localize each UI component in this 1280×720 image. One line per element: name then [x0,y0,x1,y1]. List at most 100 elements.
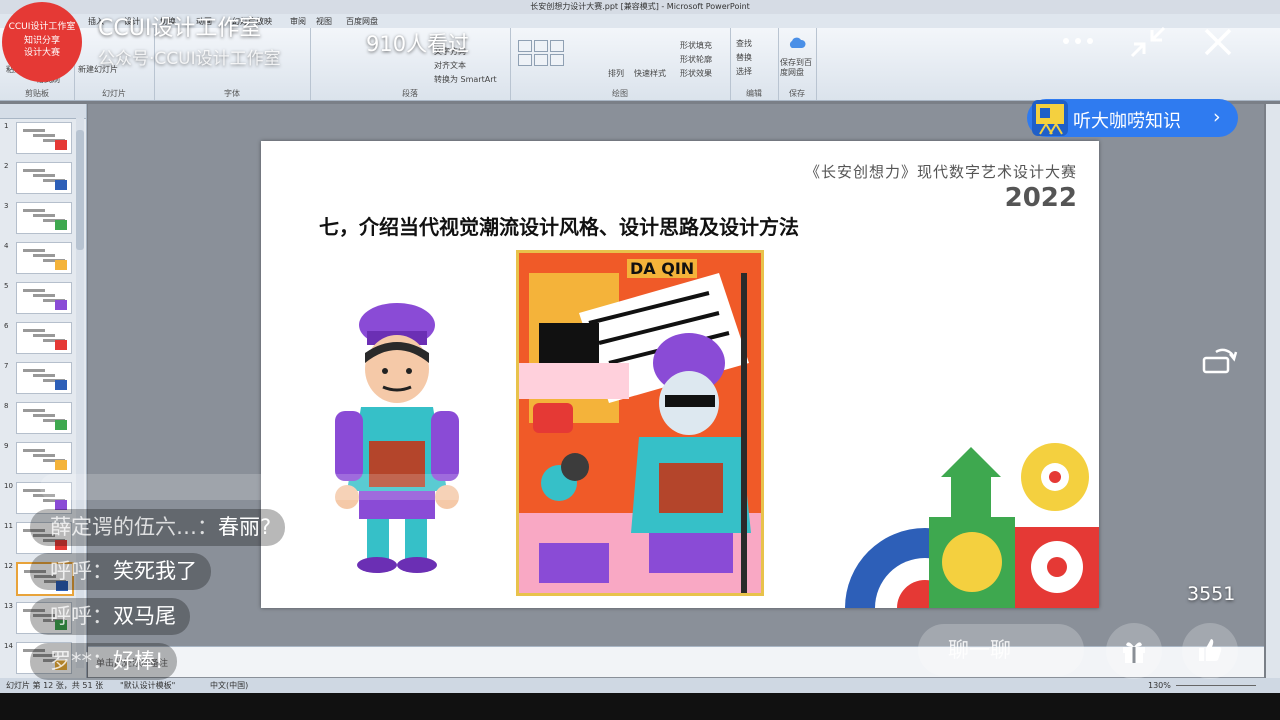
select-button[interactable]: 选择 [736,66,752,77]
chat-user: 罗**： [50,649,113,673]
chat-user: 呼呼： [50,604,113,628]
group-drawing: 排列 快速样式 形状填充 形状轮廓 形状效果 绘图 [510,28,731,100]
slide-thumbnail-number: 12 [4,562,13,570]
slide-thumbnail-row[interactable]: 6 [0,320,86,358]
slide-thumbnail-row[interactable]: 3 [0,200,86,238]
thumbnail-text-line [33,414,55,417]
channel-logo[interactable]: CCUI设计工作室 知识分享 设计大赛 [2,2,82,82]
more-icon[interactable] [1060,26,1096,56]
chat-message: 呼呼：笑死我了 [30,553,211,590]
slide-thumbnail[interactable] [16,322,72,354]
slide-subtitle: 《长安创想力》现代数字艺术设计大赛 [805,161,1077,182]
zoom-level[interactable]: 130% [1148,678,1171,693]
thumbnail-graphic [55,380,67,390]
slide-thumbnail-number: 4 [4,242,8,250]
minimize-icon[interactable] [1128,24,1168,60]
thumbnail-pane-header [0,104,86,119]
shape-rect-icon[interactable] [534,40,548,52]
slide-thumbnail[interactable] [16,282,72,314]
slide-thumbnail-number: 13 [4,602,13,610]
thumbnail-graphic [55,220,67,230]
thumbnail-graphic [55,180,67,190]
slide-thumbnail-number: 7 [4,362,8,370]
thumbnail-text-line [23,129,45,132]
group-label: 幻灯片 [74,88,154,99]
chat-message: 呼呼：双马尾 [30,598,190,635]
shape-triangle-icon[interactable] [534,54,548,66]
group-label: 编辑 [730,88,778,99]
arrange-button[interactable]: 排列 [608,68,624,79]
notes-pane[interactable]: 单击此处添加备注 [88,646,1264,677]
slide-thumbnail-number: 9 [4,442,8,450]
poster-image: DA QIN [516,250,764,596]
thumbnail-text-line [33,134,55,137]
rotate-screen-icon[interactable] [1200,342,1240,378]
slide-thumbnail-row[interactable]: 8 [0,400,86,438]
slide-thumbnail-row[interactable]: 4 [0,240,86,278]
shape-line-icon[interactable] [518,40,532,52]
thumbnail-graphic [55,300,67,310]
chat-text: 双马尾 [113,604,176,628]
slide-thumbnail-row[interactable]: 2 [0,160,86,198]
slide-thumbnail[interactable] [16,242,72,274]
shape-outline-button[interactable]: 形状轮廓 [680,54,712,65]
slide-thumbnail-row[interactable]: 9 [0,440,86,478]
thumbnail-text-line [23,369,45,372]
slide-thumbnail-number: 6 [4,322,8,330]
gift-button[interactable] [1106,623,1162,679]
chat-user: 薛定谔的伍六…： [50,515,218,539]
slide-thumbnail-row[interactable]: 7 [0,360,86,398]
chat-text: 笑死我了 [113,559,197,583]
smartart-button[interactable]: 转换为 SmartArt [434,74,497,85]
slide-thumbnail[interactable] [16,442,72,474]
current-slide[interactable]: 《长安创想力》现代数字艺术设计大赛 2022 七，介绍当代视觉潮流设计风格、设计… [261,141,1099,608]
slide-thumbnail-row[interactable]: 1 [0,120,86,158]
chat-user: 呼呼： [50,559,113,583]
thumbnail-text-line [33,454,55,457]
shape-star-icon[interactable] [550,54,564,66]
shape-oval-icon[interactable] [550,40,564,52]
slide-thumbnail[interactable] [16,362,72,394]
vertical-scrollbar[interactable] [1266,104,1280,678]
find-button[interactable]: 查找 [736,38,752,49]
lecture-icon [1032,100,1068,136]
channel-name[interactable]: CCUI设计工作室 [98,10,261,42]
scrollbar-thumb[interactable] [76,130,84,250]
slide-thumbnail[interactable] [16,202,72,234]
shape-effects-button[interactable]: 形状效果 [680,68,712,79]
tab-baidu[interactable]: 百度网盘 [346,16,378,27]
like-button[interactable] [1182,623,1238,679]
slide-thumbnail-number: 2 [4,162,8,170]
slide-thumbnail-number: 8 [4,402,8,410]
knowledge-pill-button[interactable]: 听大咖唠知识 › [1027,99,1238,137]
slide-thumbnail[interactable] [16,122,72,154]
align-text-button[interactable]: 对齐文本 [434,60,466,71]
thumbnail-text-line [23,249,45,252]
group-editing: 查找 替换 选择 编辑 [730,28,779,100]
zoom-slider[interactable] [1176,685,1256,686]
replace-button[interactable]: 替换 [736,52,752,63]
thumbnail-text-line [23,329,45,332]
tab-view[interactable]: 视图 [316,16,332,27]
shape-fill-button[interactable]: 形状填充 [680,40,712,51]
quick-styles-button[interactable]: 快速样式 [634,68,666,79]
thumbnail-text-line [33,294,55,297]
thumbs-up-icon [1196,636,1224,664]
chat-message: 薛定谔的伍六…：春丽? [30,509,285,546]
close-icon[interactable] [1200,24,1236,60]
chat-message: 罗**：好棒! [30,643,177,680]
shape-arrow-icon[interactable] [518,54,532,66]
slide-thumbnail[interactable] [16,162,72,194]
cloud-icon [788,36,806,50]
thumbnail-text-line [33,254,55,257]
save-to-cloud-button[interactable]: 保存到百度网盘 [780,58,814,78]
slide-thumbnail-number: 14 [4,642,13,650]
tab-review[interactable]: 审阅 [290,16,306,27]
thumbnail-text-line [23,449,45,452]
slide-thumbnail-row[interactable]: 5 [0,280,86,318]
thumbnail-text-line [33,374,55,377]
slide-thumbnail[interactable] [16,402,72,434]
thumbnail-graphic [55,460,67,470]
chat-input[interactable]: 聊一聊 [918,624,1084,676]
faded-chat-bubble [40,474,510,500]
